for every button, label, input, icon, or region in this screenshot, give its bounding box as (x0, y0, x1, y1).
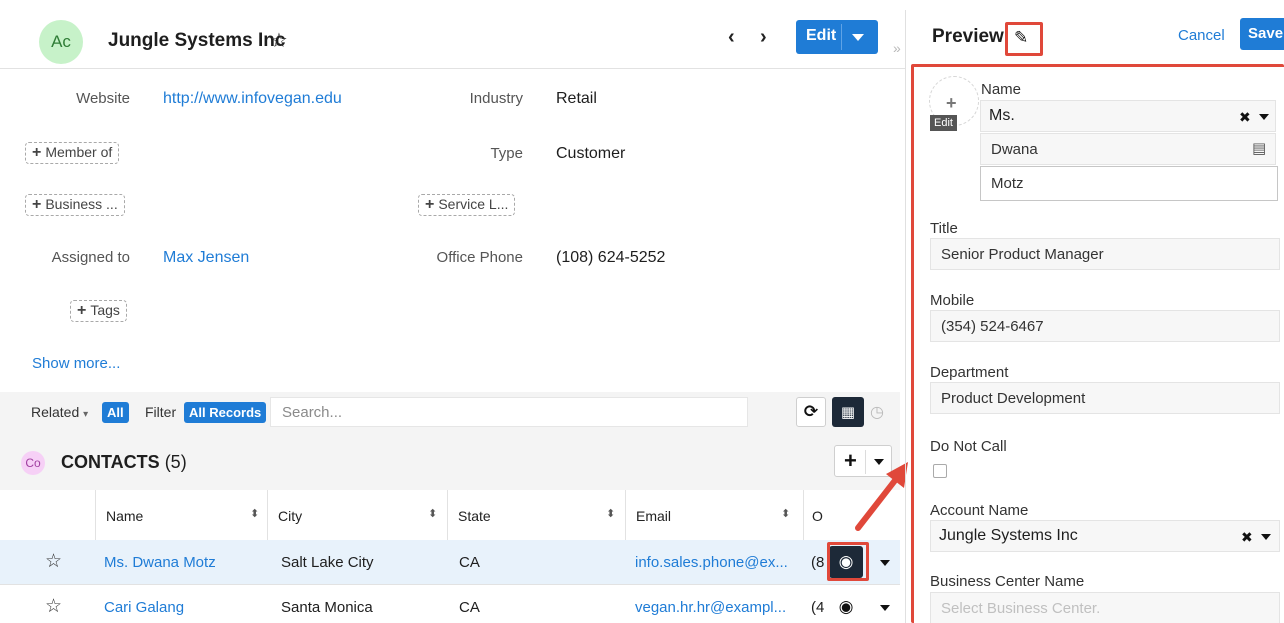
contact-city: Salt Lake City (281, 554, 374, 571)
website-link[interactable]: http://www.infovegan.edu (163, 90, 342, 108)
contact-city: Santa Monica (281, 599, 373, 616)
add-tags-button[interactable]: + Tags (70, 300, 127, 322)
contact-phone: (4 (811, 599, 825, 616)
contacts-count: (5) (164, 452, 187, 472)
business-label: Business ... (45, 196, 118, 212)
star-icon[interactable]: ☆ (45, 595, 62, 618)
contact-phone: (8 (811, 554, 825, 571)
plus-icon: + (32, 144, 42, 161)
contact-email-link[interactable]: vegan.hr.hr@exampl... (635, 599, 786, 616)
star-icon[interactable]: ☆ (45, 550, 62, 573)
record-title: Jungle Systems Inc (108, 30, 286, 51)
related-all-pill[interactable]: All (102, 402, 129, 423)
eye-icon[interactable]: ◉ (829, 591, 863, 623)
grid-icon[interactable]: ▦ (832, 397, 864, 427)
caret-down-icon[interactable] (880, 605, 890, 611)
header-divider (0, 68, 905, 69)
plus-icon: + (32, 196, 42, 213)
column-office-phone[interactable]: O (803, 490, 827, 540)
sort-icon[interactable]: ⬍ (428, 507, 437, 520)
contacts-title-text: CONTACTS (61, 452, 160, 472)
sort-icon[interactable]: ⬍ (250, 507, 259, 520)
eye-button-highlight (827, 542, 869, 581)
clock-icon[interactable]: ◷ (870, 402, 884, 422)
add-member-of-button[interactable]: + Member of (25, 142, 120, 164)
column-state[interactable]: State ⬍ (447, 490, 625, 540)
table-row[interactable]: ☆ Cari Galang Santa Monica CA vegan.hr.h… (0, 585, 900, 623)
add-business-button[interactable]: + Business ... (25, 194, 125, 216)
contact-name-link[interactable]: Ms. Dwana Motz (104, 554, 216, 571)
office-phone-label: Office Phone (436, 249, 523, 266)
website-label: Website (76, 90, 130, 107)
contacts-title: CONTACTS (5) (61, 452, 187, 473)
member-of-label: Member of (45, 144, 113, 160)
refresh-icon[interactable]: ⟳ (796, 397, 826, 427)
record-header: Ac Jungle Systems Inc ☆ ‹ › Edit » (0, 10, 901, 68)
edit-button[interactable]: Edit (796, 20, 878, 54)
chevron-left-icon[interactable]: ‹ (728, 26, 735, 49)
assigned-to-label: Assigned to (51, 249, 130, 266)
related-label: Related (31, 404, 80, 420)
contacts-table-header: Name ⬍ City ⬍ State ⬍ Email ⬍ O (0, 490, 900, 540)
sort-icon[interactable]: ⬍ (606, 507, 615, 520)
sort-icon[interactable]: ⬍ (781, 507, 790, 520)
plus-icon: + (77, 302, 87, 319)
filter-all-records-pill[interactable]: All Records (184, 402, 267, 423)
edit-button-divider (841, 24, 842, 50)
preview-title: Preview (932, 26, 1004, 47)
caret-down-icon: ▾ (83, 409, 89, 420)
filter-label: Filter (145, 404, 177, 420)
show-more-link[interactable]: Show more... (32, 355, 120, 372)
column-city-label: City (278, 508, 303, 524)
contact-email-link[interactable]: info.sales.phone@ex... (635, 554, 788, 571)
contact-state: CA (459, 599, 480, 616)
assigned-to-link[interactable]: Max Jensen (163, 249, 249, 267)
service-level-label: Service L... (438, 196, 509, 212)
cropped-top-text (0, 0, 1284, 10)
caret-down-icon[interactable] (852, 34, 864, 41)
contact-state: CA (459, 554, 480, 571)
tags-label: Tags (90, 302, 120, 318)
add-service-level-button[interactable]: + Service L... (418, 194, 516, 216)
column-email-label: Email (636, 508, 672, 524)
annotation-arrow (855, 462, 908, 531)
related-toolbar: Related ▾ All Filter All Records ⟳ ▦ ◷ (0, 392, 900, 434)
pencil-highlight (1005, 22, 1043, 56)
chevron-right-icon[interactable]: › (760, 26, 767, 49)
search-field[interactable] (270, 397, 748, 427)
plus-icon: + (425, 196, 435, 213)
preview-form-highlight (911, 64, 1284, 623)
contact-name-link[interactable]: Cari Galang (104, 599, 184, 616)
cancel-link[interactable]: Cancel (1178, 27, 1225, 44)
edit-button-label: Edit (806, 27, 837, 44)
related-dropdown[interactable]: Related ▾ (31, 404, 88, 420)
industry-label: Industry (469, 90, 523, 107)
preview-divider (905, 10, 906, 623)
type-value: Customer (556, 145, 626, 162)
column-name-label: Name (106, 508, 144, 524)
contacts-subpanel-header: Co CONTACTS (5) + (0, 434, 900, 490)
column-name[interactable]: Name ⬍ (95, 490, 267, 540)
account-avatar: Ac (39, 20, 83, 64)
table-row[interactable]: ☆ Ms. Dwana Motz Salt Lake City CA info.… (0, 540, 900, 584)
caret-down-icon[interactable] (880, 560, 890, 566)
column-office-phone-label: O (812, 508, 823, 524)
column-email[interactable]: Email ⬍ (625, 490, 803, 540)
industry-value: Retail (556, 90, 597, 107)
collapse-panel-icon[interactable]: » (893, 40, 901, 56)
contacts-avatar: Co (21, 451, 45, 475)
save-button[interactable]: Save (1240, 18, 1284, 50)
column-state-label: State (458, 508, 491, 524)
type-label: Type (490, 145, 523, 162)
search-input[interactable] (271, 398, 747, 426)
office-phone-value: (108) 624-5252 (556, 249, 666, 266)
favorite-star-icon[interactable]: ☆ (270, 28, 288, 53)
column-city[interactable]: City ⬍ (267, 490, 447, 540)
